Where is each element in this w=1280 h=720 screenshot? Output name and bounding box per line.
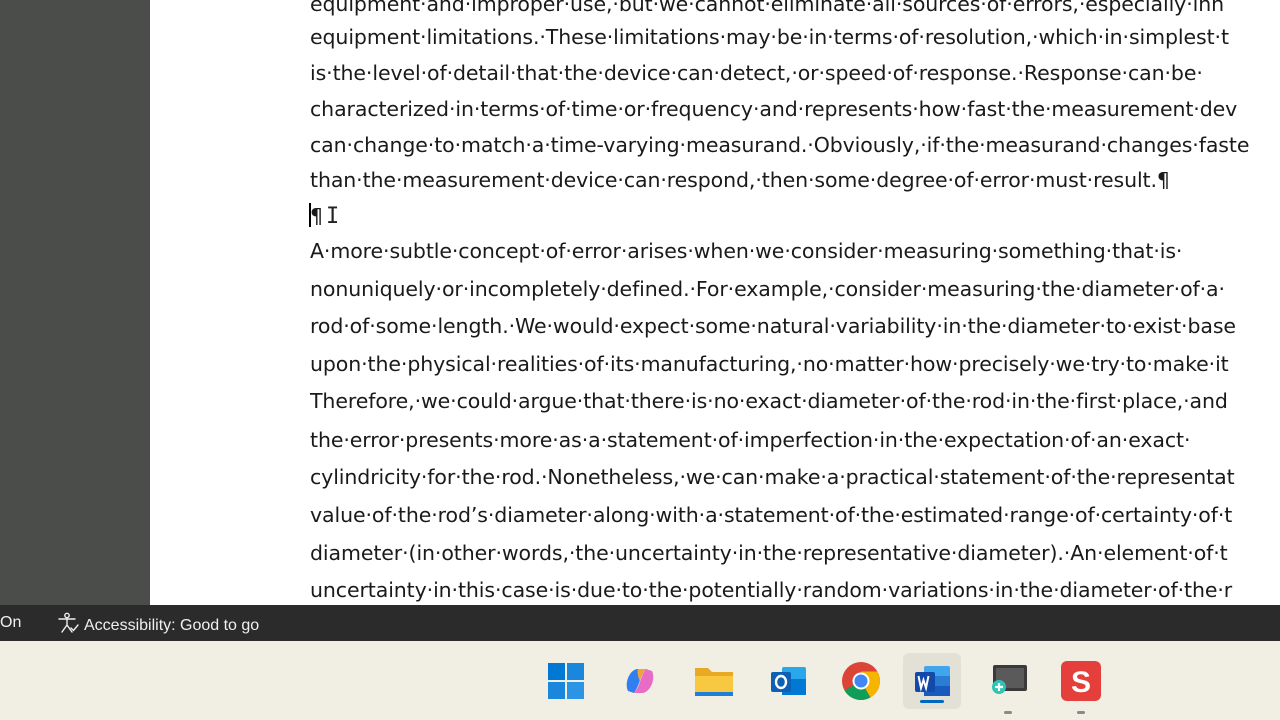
doc-line: can·change·to·match·a·time-varying·measu… bbox=[310, 133, 1250, 157]
file-explorer-button[interactable] bbox=[691, 658, 737, 704]
folder-icon bbox=[695, 668, 733, 696]
doc-line: is·the·level·of·detail·that·the·device·c… bbox=[310, 61, 1203, 85]
accessibility-icon bbox=[56, 612, 80, 639]
ibeam-cursor-icon: I bbox=[326, 204, 340, 229]
running-indicator bbox=[1004, 711, 1012, 714]
doc-line: diameter·(in·other·words,·the·uncertaint… bbox=[310, 541, 1228, 565]
doc-line: characterized·in·terms·of·time·or·freque… bbox=[310, 97, 1238, 121]
doc-line: Therefore,·we·could·argue·that·there·is·… bbox=[310, 389, 1228, 413]
doc-line: than·the·measurement·device·can·respond,… bbox=[310, 168, 1170, 192]
document-page[interactable]: equipment·and·improper·use,·but·we·canno… bbox=[150, 0, 1280, 605]
snipping-tool-button[interactable] bbox=[985, 658, 1031, 714]
doc-line: nonuniquely·or·incompletely·defined.·For… bbox=[310, 277, 1225, 301]
outlook-button[interactable] bbox=[765, 658, 811, 704]
outlook-icon bbox=[771, 667, 806, 695]
doc-line: cylindricity·for·the·rod.·Nonetheless,·w… bbox=[310, 465, 1235, 489]
word-icon bbox=[915, 666, 950, 696]
text-cursor bbox=[309, 203, 311, 227]
taskbar: S bbox=[0, 641, 1280, 720]
status-bar: On Accessibility: Good to go bbox=[0, 605, 1280, 641]
doc-line: value·of·the·rod’s·diameter·along·with·a… bbox=[310, 503, 1233, 527]
doc-line: equipment·and·improper·use,·but·we·canno… bbox=[310, 0, 1225, 16]
left-gray-pane bbox=[0, 0, 150, 605]
active-app-indicator bbox=[920, 700, 944, 703]
accessibility-checker[interactable]: Accessibility: Good to go bbox=[56, 612, 259, 639]
windows-logo-icon bbox=[548, 663, 584, 699]
snipping-tool-icon bbox=[992, 665, 1027, 694]
copilot-button[interactable] bbox=[617, 658, 663, 704]
doc-line: the·error·presents·more·as·a·statement·o… bbox=[310, 428, 1191, 452]
chrome-button[interactable] bbox=[838, 658, 884, 704]
copilot-icon bbox=[626, 669, 654, 693]
start-button[interactable] bbox=[543, 658, 589, 704]
doc-line: A·more·subtle·concept·of·error·arises·wh… bbox=[310, 239, 1183, 263]
doc-line: uncertainty·in·this·case·is·due·to·the·p… bbox=[310, 578, 1233, 602]
word-button[interactable] bbox=[903, 653, 961, 709]
s-app-button[interactable]: S bbox=[1058, 658, 1104, 714]
s-app-icon: S bbox=[1061, 661, 1101, 701]
doc-line: rod·of·some·length.·We·would·expect·some… bbox=[310, 314, 1236, 338]
chrome-icon bbox=[842, 662, 881, 701]
doc-line: equipment·limitations.·These·limitations… bbox=[310, 25, 1229, 49]
accessibility-status: Accessibility: Good to go bbox=[84, 616, 260, 634]
running-indicator bbox=[1077, 711, 1085, 714]
status-text[interactable]: On bbox=[0, 614, 21, 632]
svg-text:S: S bbox=[1071, 666, 1091, 699]
doc-line: upon·the·physical·realities·of·its·manuf… bbox=[310, 352, 1229, 376]
empty-paragraph-mark: ¶ bbox=[310, 204, 323, 228]
